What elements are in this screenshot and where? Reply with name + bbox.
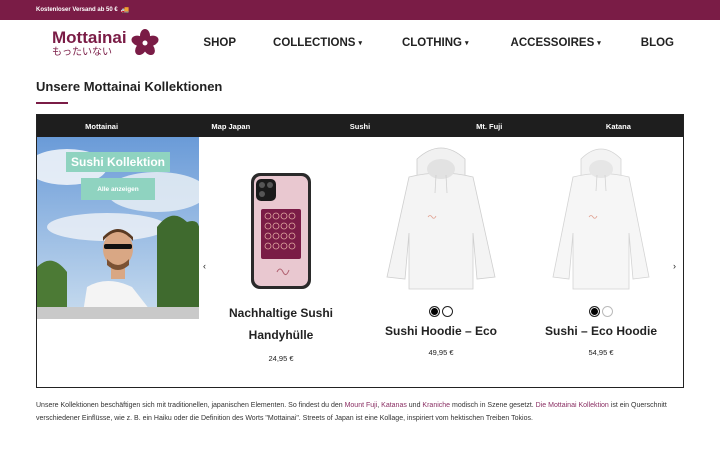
link-mottainai-kollektion[interactable]: Die Mottainai Kollektion: [536, 402, 609, 409]
shipping-bar: Kostenloser Versand ab 50 € 🚚: [0, 0, 720, 20]
nav-accessoires[interactable]: ACCESSOIRES ▾: [511, 37, 601, 49]
tab-katana[interactable]: Katana: [554, 115, 683, 137]
collection-description: Unsere Kollektionen beschäftigen sich mi…: [36, 402, 667, 422]
collection-carousel: Mottainai Map Japan Sushi Mt. Fuji Katan…: [36, 114, 684, 388]
phone-case-image: [251, 173, 311, 289]
chevron-down-icon: ▾: [465, 40, 469, 47]
tab-sushi[interactable]: Sushi: [295, 115, 424, 137]
link-katanas[interactable]: Katanas: [381, 402, 407, 409]
color-swatches: [529, 306, 673, 317]
title-underline: [36, 102, 68, 104]
chevron-down-icon: ▾: [358, 40, 362, 47]
tab-mt-fuji[interactable]: Mt. Fuji: [425, 115, 554, 137]
swatch-black[interactable]: [589, 306, 600, 317]
nav-blog[interactable]: BLOG: [641, 37, 674, 49]
product-price: 54,95 €: [588, 348, 614, 357]
nav-clothing[interactable]: CLOTHING ▾: [402, 37, 469, 49]
nav-collections[interactable]: COLLECTIONS ▾: [273, 37, 362, 49]
product-name[interactable]: Sushi – Eco Hoodie: [529, 320, 673, 342]
product-price: 49,95 €: [428, 348, 454, 357]
main-nav: SHOP COLLECTIONS ▾ CLOTHING ▾ ACCESSOIRES ▾…: [203, 37, 674, 49]
carousel-prev-arrow[interactable]: ‹: [203, 261, 206, 271]
chevron-down-icon: ▾: [597, 40, 601, 47]
collection-tabs: Mottainai Map Japan Sushi Mt. Fuji Katan…: [37, 115, 683, 137]
show-all-button[interactable]: Alle anzeigen: [81, 178, 155, 200]
truck-icon: 🚚: [120, 7, 130, 14]
swatch-white[interactable]: [602, 306, 613, 317]
tab-mottainai[interactable]: Mottainai: [37, 115, 166, 137]
hoodie-image: [386, 147, 496, 290]
product-price: 24,95 €: [268, 354, 294, 363]
swatch-white[interactable]: [442, 306, 453, 317]
swatch-black[interactable]: [429, 306, 440, 317]
product-card[interactable]: Nachhaltige Sushi Handyhülle 24,95 €: [209, 137, 353, 387]
nav-shop[interactable]: SHOP: [203, 37, 236, 49]
collection-hero-image[interactable]: Sushi Kollektion Alle anzeigen: [37, 137, 199, 319]
logo[interactable]: Mottainai もったいない: [52, 29, 159, 58]
carousel-next-arrow[interactable]: ›: [673, 261, 676, 271]
logo-name: Mottainai: [52, 27, 127, 47]
logo-subtitle: もったいない: [52, 46, 112, 58]
product-name-line2[interactable]: Handyhülle: [209, 324, 353, 346]
product-name[interactable]: Nachhaltige Sushi: [209, 302, 353, 324]
hoodie-image: [552, 148, 650, 290]
tab-map-japan[interactable]: Map Japan: [166, 115, 295, 137]
product-card[interactable]: Sushi Hoodie – Eco 49,95 €: [369, 137, 513, 387]
product-card[interactable]: Sushi – Eco Hoodie 54,95 €: [529, 137, 673, 387]
color-swatches: [369, 306, 513, 317]
sakura-flower-icon: [131, 29, 159, 56]
link-kraniche[interactable]: Kraniche: [422, 402, 450, 409]
product-name[interactable]: Sushi Hoodie – Eco: [369, 320, 513, 342]
shipping-text: Kostenloser Versand ab 50 €: [36, 7, 118, 13]
link-mount-fuji[interactable]: Mount Fuji: [345, 402, 378, 409]
hero-title: Sushi Kollektion: [66, 152, 170, 172]
site-header: Mottainai もったいない SHOP COLLECTIONS ▾ CLOTH…: [0, 20, 720, 66]
section-title: Unsere Mottainai Kollektionen: [36, 79, 223, 94]
